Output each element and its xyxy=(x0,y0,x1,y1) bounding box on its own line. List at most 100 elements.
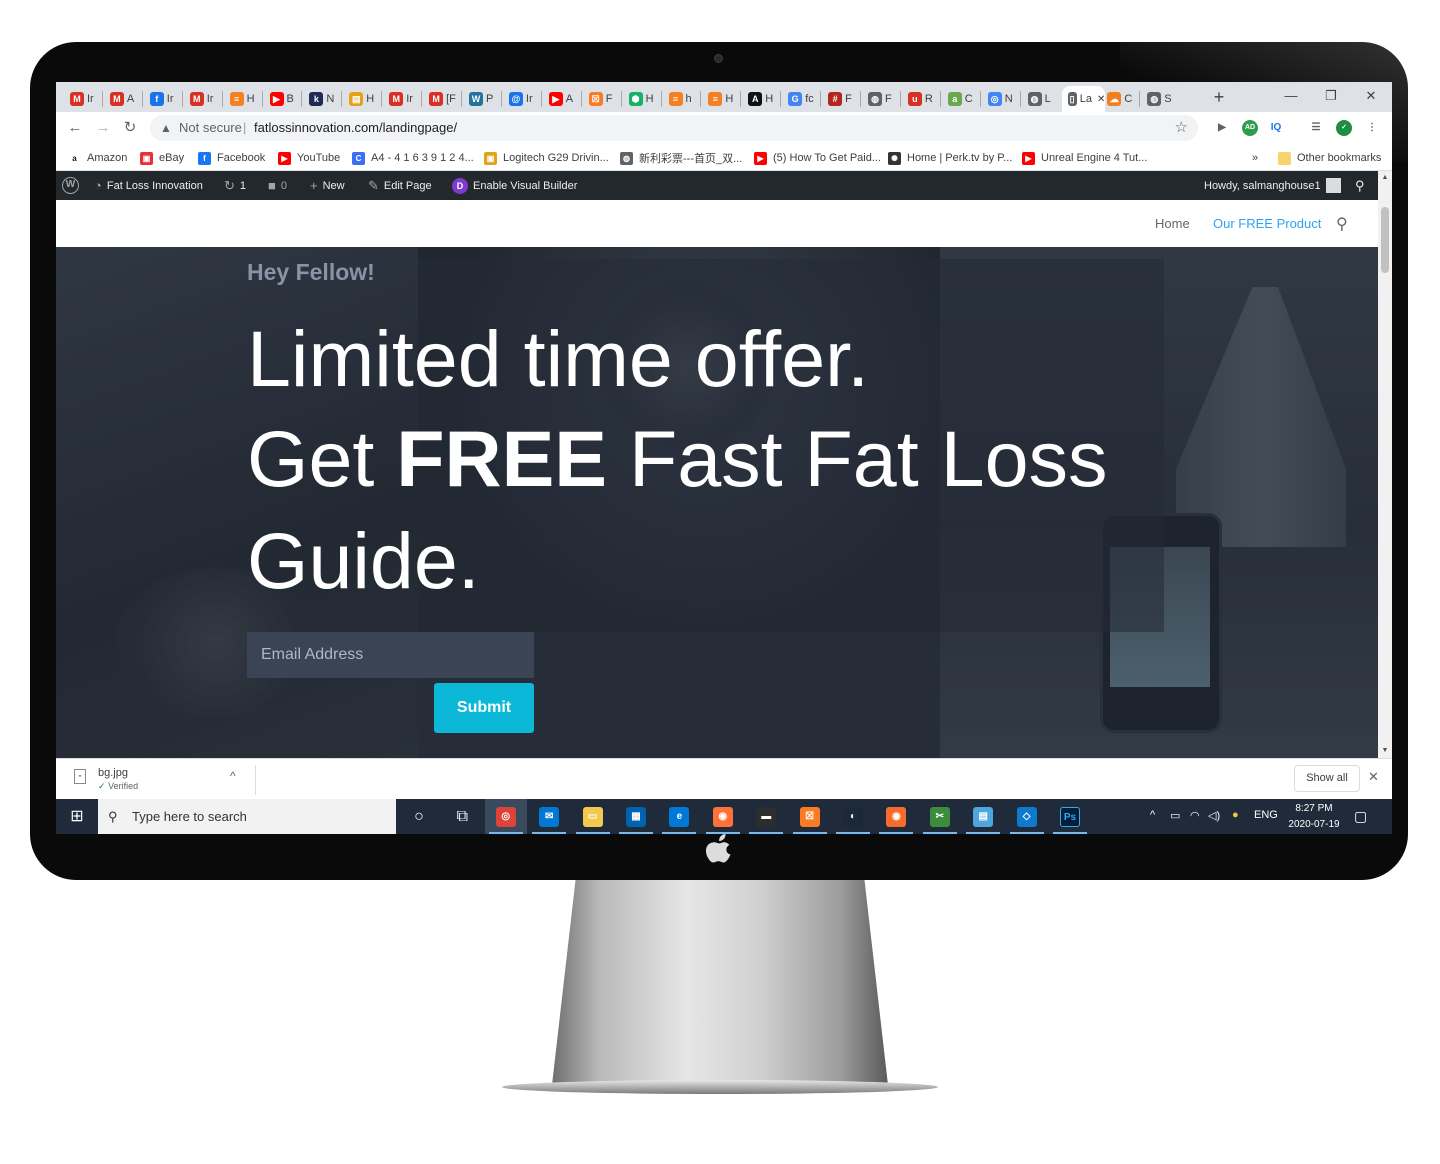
site-search-icon[interactable]: ⚲ xyxy=(1336,214,1348,234)
bookmark-item[interactable]: f Facebook xyxy=(198,149,265,167)
browser-tab[interactable]: WP xyxy=(463,86,501,112)
bookmark-item[interactable]: a Amazon xyxy=(68,149,127,167)
volume-icon[interactable]: ◁) xyxy=(1208,809,1220,822)
wifi-icon[interactable]: ◠ xyxy=(1190,809,1200,822)
menu-home[interactable]: Home xyxy=(1155,216,1190,231)
close-window-button[interactable]: ✕ xyxy=(1354,84,1388,108)
explorer-app-icon[interactable]: ▭ xyxy=(572,799,614,834)
origin-app-icon[interactable]: ◉ xyxy=(875,799,917,834)
bookmark-star-icon[interactable]: ☆ xyxy=(1175,115,1188,141)
browser-tab[interactable]: ◍ F xyxy=(862,86,900,112)
edge-app-icon[interactable]: e xyxy=(658,799,700,834)
browser-tab[interactable]: ▤ H xyxy=(343,86,381,112)
browser-tab[interactable]: ☁ C xyxy=(1101,86,1139,112)
browser-tab[interactable]: ≡ h xyxy=(663,86,701,112)
bookmark-item[interactable]: C A4 - 4 1 6 3 9 1 2 4... xyxy=(352,149,474,167)
show-all-button[interactable]: Show all xyxy=(1294,765,1360,792)
taskbar-search[interactable]: ⚲ Type here to search xyxy=(98,799,396,834)
scroll-up-icon[interactable]: ▲ xyxy=(1380,173,1390,183)
browser-tab[interactable]: ◎ N xyxy=(982,86,1020,112)
browser-tab[interactable]: AH xyxy=(742,86,780,112)
forward-button[interactable]: → xyxy=(92,118,114,138)
submit-button[interactable]: Submit xyxy=(434,683,534,733)
browser-tab[interactable]: uR xyxy=(902,86,940,112)
wp-new-menu[interactable]: + New xyxy=(310,171,345,200)
wp-visual-builder[interactable]: D Enable Visual Builder xyxy=(452,171,577,200)
xampp-app-icon[interactable]: ☒ xyxy=(789,799,831,834)
wp-search[interactable]: ⚲ xyxy=(1355,171,1365,200)
clock[interactable]: 8:27 PM 2020-07-19 xyxy=(1284,801,1344,833)
menu-free-product[interactable]: Our FREE Product xyxy=(1213,216,1321,231)
browser-tab[interactable]: ≡ H xyxy=(702,86,740,112)
browser-tab[interactable]: ☒ F xyxy=(583,86,621,112)
email-input[interactable] xyxy=(247,632,534,678)
terminal-app-icon[interactable]: ▬ xyxy=(745,799,787,834)
minimize-button[interactable]: — xyxy=(1274,84,1308,108)
wp-site-name[interactable]: ◔ Fat Loss Innovation xyxy=(94,171,203,200)
browser-tab[interactable]: ▶ B xyxy=(264,86,302,112)
video-ext-icon[interactable]: ▶ xyxy=(1214,120,1230,136)
other-bookmarks[interactable]: Other bookmarks xyxy=(1278,149,1381,167)
shield-ext-icon[interactable]: ✓ xyxy=(1336,120,1352,136)
vscode-app-icon[interactable]: ◇ xyxy=(1006,799,1048,834)
address-bar[interactable]: ▲ Not secure | fatlossinnovation.com/lan… xyxy=(150,115,1198,141)
menu-ext-icon[interactable]: ⋮ xyxy=(1364,120,1380,136)
browser-tab[interactable]: M Ir xyxy=(64,86,102,112)
wp-logo-menu[interactable]: W xyxy=(62,171,79,200)
reload-button[interactable]: ↻ xyxy=(119,118,141,138)
wp-updates[interactable]: ↻ 1 xyxy=(224,171,246,200)
mail-app-icon[interactable]: ✉ xyxy=(528,799,570,834)
scroll-down-icon[interactable]: ▼ xyxy=(1380,746,1390,756)
browser-tab[interactable]: ⬢ H xyxy=(623,86,661,112)
language-indicator[interactable]: ENG xyxy=(1254,809,1278,821)
firefox-app-icon[interactable]: ◉ xyxy=(702,799,744,834)
browser-tab[interactable]: M Ir xyxy=(383,86,421,112)
photoshop-app-icon[interactable]: Ps xyxy=(1049,799,1091,834)
browser-tab[interactable]: M Ir xyxy=(184,86,222,112)
download-file-name[interactable]: bg.jpg xyxy=(98,767,128,779)
bookmark-item[interactable]: ▣ eBay xyxy=(140,149,184,167)
tray-chevron-icon[interactable]: ^ xyxy=(1150,809,1155,821)
restore-button[interactable]: ❐ xyxy=(1314,84,1348,108)
new-tab-button[interactable]: + xyxy=(1208,86,1230,108)
page-scrollbar[interactable]: ▲ ▼ xyxy=(1378,171,1392,758)
browser-tab[interactable]: @ Ir xyxy=(503,86,541,112)
browser-tab[interactable]: f Ir xyxy=(144,86,182,112)
browser-tab[interactable]: ▶ A xyxy=(543,86,581,112)
adblock-ext-icon[interactable]: AD xyxy=(1242,120,1258,136)
bookmark-item[interactable]: ▣ Logitech G29 Drivin... xyxy=(484,149,609,167)
browser-tab[interactable]: # F xyxy=(822,86,860,112)
wp-edit-page[interactable]: ✎ Edit Page xyxy=(368,171,432,200)
browser-tab[interactable]: ◍ S xyxy=(1141,86,1179,112)
bookmark-item[interactable]: ▶ YouTube xyxy=(278,149,340,167)
browser-tab[interactable]: ≡ H xyxy=(224,86,262,112)
task-view-icon[interactable]: ⧉ xyxy=(441,799,483,834)
cortana-icon[interactable]: ○ xyxy=(398,799,440,834)
weather-icon[interactable]: ● xyxy=(1232,809,1239,821)
notepad-app-icon[interactable]: ▤ xyxy=(962,799,1004,834)
browser-tab[interactable]: ◍ L xyxy=(1022,86,1060,112)
steam-app-icon[interactable]: ◐ xyxy=(832,799,874,834)
scroll-thumb[interactable] xyxy=(1381,207,1389,273)
bookmark-item[interactable]: ▶ (5) How To Get Paid... xyxy=(754,149,881,167)
back-button[interactable]: ← xyxy=(64,118,86,138)
iq-ext-icon[interactable]: IQ xyxy=(1268,120,1284,136)
not-secure-label[interactable]: Not secure xyxy=(179,115,242,141)
browser-tab[interactable]: kN xyxy=(303,86,341,112)
wp-comments[interactable]: ■ 0 xyxy=(268,171,287,200)
store-app-icon[interactable]: ▦ xyxy=(615,799,657,834)
windows-start-button[interactable]: ⊞ xyxy=(56,799,98,834)
notification-center-icon[interactable]: ▢ xyxy=(1354,808,1367,825)
wp-account-menu[interactable]: Howdy, salmanghouse1 xyxy=(1204,171,1341,200)
close-shelf-icon[interactable]: ✕ xyxy=(1368,769,1379,785)
bookmark-item[interactable]: ◍ 新利彩票---首页_双... xyxy=(620,149,742,167)
browser-tab[interactable]: M [F xyxy=(423,86,461,112)
battery-icon[interactable]: ▭ xyxy=(1170,809,1180,822)
snipping-app-icon[interactable]: ✂ xyxy=(919,799,961,834)
url-text[interactable]: fatlossinnovation.com/landingpage/ xyxy=(254,115,457,141)
browser-tab[interactable]: aC xyxy=(942,86,980,112)
browser-tab[interactable]: ▯ La ✕ xyxy=(1061,86,1106,112)
bookmark-item[interactable]: ▶ Unreal Engine 4 Tut... xyxy=(1022,149,1147,167)
browser-tab[interactable]: MA xyxy=(104,86,142,112)
chevron-up-icon[interactable]: ^ xyxy=(230,769,236,783)
